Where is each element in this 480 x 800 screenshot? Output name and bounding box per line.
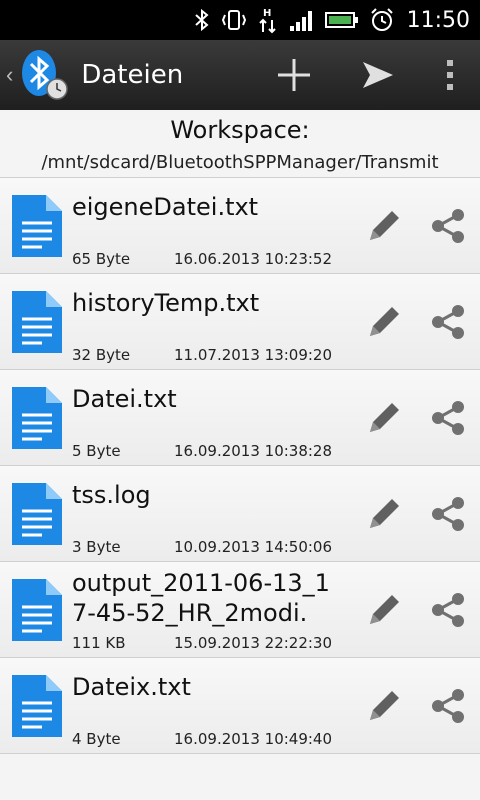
pencil-icon [370,594,399,624]
text-file-icon [12,194,62,257]
vibrate-icon [221,8,247,32]
share-button[interactable] [416,370,480,466]
list-item[interactable]: tss.log 3 Byte 10.09.2013 14:50:06 [0,466,480,562]
share-icon [432,208,464,243]
file-size: 3 Byte [72,537,121,556]
pencil-icon [370,498,399,528]
file-size: 111 KB [72,633,126,652]
file-name: eigeneDatei.txt [72,192,259,221]
list-item[interactable]: historyTemp.txt 32 Byte 11.07.2013 13:09:… [0,274,480,370]
workspace-title: Workspace: [170,116,310,144]
battery-icon [324,10,359,30]
edit-button[interactable] [352,466,416,562]
share-button[interactable] [416,466,480,562]
send-button[interactable] [336,40,420,110]
list-item[interactable]: output_2011-06-13_17-45-52_HR_2modi. 111… [0,562,480,658]
file-size: 5 Byte [72,441,121,460]
file-date: 16.06.2013 10:23:52 [174,249,333,268]
share-icon [432,496,464,531]
file-size: 65 Byte [72,249,131,268]
workspace-header: Workspace: /mnt/sdcard/BluetoothSPPManag… [0,110,480,178]
hsdpa-icon: H [257,6,279,34]
text-file-icon [12,482,62,545]
edit-button[interactable] [352,178,416,274]
file-list: eigeneDatei.txt 65 Byte 16.06.2013 10:23:… [0,178,480,754]
signal-icon [289,8,315,32]
text-file-icon [12,290,62,353]
edit-button[interactable] [352,562,416,658]
share-button[interactable] [416,562,480,658]
file-date: 10.09.2013 14:50:06 [174,537,333,556]
page-title: Dateien [81,60,184,90]
file-size: 4 Byte [72,729,121,748]
add-button[interactable] [252,40,336,110]
share-icon [432,592,464,627]
share-icon [432,304,464,339]
more-vert-icon [447,60,453,90]
pencil-icon [370,402,399,432]
workspace-path: /mnt/sdcard/BluetoothSPPManager/Transmit [41,152,439,173]
pencil-icon [370,210,399,240]
send-icon [363,62,393,88]
file-date: 16.09.2013 10:38:28 [174,441,333,460]
plus-icon [278,59,310,91]
list-item[interactable]: Datei.txt 5 Byte 16.09.2013 10:38:28 [0,370,480,466]
status-time: 11:50 [406,7,470,33]
list-item[interactable]: eigeneDatei.txt 65 Byte 16.06.2013 10:23:… [0,178,480,274]
edit-button[interactable] [352,370,416,466]
file-name: tss.log [72,480,151,509]
share-icon [432,688,464,723]
pencil-icon [370,690,399,720]
bluetooth-icon [193,8,211,32]
bluetooth-app-logo-icon[interactable] [15,47,71,103]
text-file-icon [12,578,62,641]
text-file-icon [12,386,62,449]
file-name: output_2011-06-13_17-45-52_HR_2modi. [72,568,330,627]
share-button[interactable] [416,274,480,370]
share-button[interactable] [416,658,480,754]
alarm-icon [369,7,395,33]
file-date: 11.07.2013 13:09:20 [174,345,333,364]
file-name: Dateix.txt [72,672,191,701]
file-name: historyTemp.txt [72,288,260,317]
edit-button[interactable] [352,658,416,754]
text-file-icon [12,674,62,737]
status-bar: H 11:50 [0,0,480,40]
file-date: 15.09.2013 22:22:30 [174,633,333,652]
pencil-icon [370,306,399,336]
list-item[interactable]: Dateix.txt 4 Byte 16.09.2013 10:49:40 [0,658,480,754]
overflow-menu-button[interactable] [420,40,480,110]
edit-button[interactable] [352,274,416,370]
share-button[interactable] [416,178,480,274]
back-chevron-icon[interactable]: ‹ [6,62,13,88]
file-date: 16.09.2013 10:49:40 [174,729,333,748]
file-name: Datei.txt [72,384,177,413]
file-size: 32 Byte [72,345,131,364]
svg-text:H: H [263,8,271,19]
share-icon [432,400,464,435]
action-bar: ‹ Dateien [0,40,480,110]
